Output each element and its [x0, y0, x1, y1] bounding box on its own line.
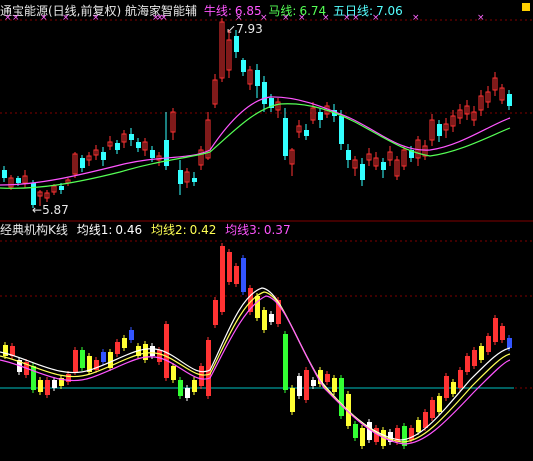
upper-candle-body	[101, 152, 106, 160]
lower-candle-body	[500, 326, 505, 340]
upper-candle-body	[360, 164, 365, 180]
upper-candle-body	[136, 142, 141, 148]
lower-candle-body	[423, 412, 428, 428]
lower-candle-body	[493, 318, 498, 342]
upper-ma-lines	[0, 96, 511, 189]
upper-candle-body	[80, 158, 85, 168]
upper-candle-body	[2, 170, 7, 178]
lower-candle-body	[297, 376, 302, 396]
lower-candle-body	[185, 388, 190, 398]
signal-x-marker: ×	[92, 13, 100, 23]
lower-candle-body	[507, 338, 512, 348]
lower-candle-body	[444, 376, 449, 398]
upper-candle-body	[129, 134, 134, 140]
lower-candle-body	[486, 336, 491, 352]
lower-candle-body	[465, 356, 470, 372]
signal-x-marker: ×	[322, 13, 330, 23]
lower-candle-body	[213, 300, 218, 325]
signal-x-marker: ×	[412, 13, 420, 23]
lower-candle-body	[430, 400, 435, 418]
lower-candle-body	[451, 382, 456, 394]
upper-candle-body	[59, 186, 64, 190]
signal-x-marker: ×	[160, 13, 168, 23]
upper-candle-body	[255, 70, 260, 86]
lower-candle-body	[52, 380, 57, 388]
signal-x-marker: ×	[260, 13, 268, 23]
upper-candle-body	[241, 60, 246, 72]
signal-x-marker: ×	[40, 13, 48, 23]
lower-candle-body	[332, 378, 337, 392]
signal-markers: × × × × × ××× × × × × × × × × × ×	[4, 13, 485, 23]
signal-x-marker: ×	[298, 13, 306, 23]
upper-candle-body	[178, 170, 183, 184]
lower-candle-body	[101, 352, 106, 362]
signal-x-marker: ×	[282, 13, 290, 23]
lower-candle-body	[192, 380, 197, 392]
lower-candle-body	[241, 258, 246, 292]
signal-x-marker: ×	[235, 13, 243, 23]
upper-candle-body	[150, 150, 155, 158]
lower-candle-body	[227, 252, 232, 282]
lower-candle-body	[479, 346, 484, 360]
lower-candle-body	[402, 426, 407, 446]
upper-candle-body	[234, 36, 239, 52]
lower-candle-body	[458, 370, 463, 388]
upper-candle-body	[339, 116, 344, 144]
signal-x-marker: ×	[12, 13, 20, 23]
upper-candle-body	[115, 143, 120, 150]
lower-candle-body	[416, 420, 421, 432]
grid-lines	[0, 19, 533, 389]
lower-candle-body	[80, 350, 85, 368]
lower-candle-body	[115, 342, 120, 354]
lower-candle-body	[255, 296, 260, 318]
lower-candle-body	[353, 424, 358, 438]
lower-candle-body	[220, 246, 225, 312]
lower-candle-body	[360, 428, 365, 446]
lower-candle-body	[234, 266, 239, 284]
upper-candle-body	[262, 82, 267, 104]
kline-chart-canvas[interactable]: × × × × × ××× × × × × × × × × × ×	[0, 0, 533, 461]
lower-candle-body	[269, 314, 274, 322]
lower-candle-body	[164, 324, 169, 378]
lower-candle-body	[199, 366, 204, 386]
upper-candle-body	[507, 94, 512, 106]
lower-candle-body	[472, 350, 477, 366]
lower-candle-body	[38, 380, 43, 392]
upper-candle-body	[304, 130, 309, 136]
lower-candle-body	[325, 374, 330, 382]
lower-candle-body	[157, 350, 162, 362]
upper-candle-body	[381, 162, 386, 170]
lower-candle-body	[150, 346, 155, 356]
lower-candle-body	[171, 366, 176, 380]
signal-x-marker: ×	[343, 13, 351, 23]
lower-candle-body	[304, 370, 309, 400]
lower-candle-body	[206, 340, 211, 396]
upper-candle-body	[283, 118, 288, 156]
upper-candle-body	[31, 183, 36, 205]
signal-x-marker: ×	[477, 13, 485, 23]
lower-candle-body	[45, 380, 50, 395]
upper-candle-body	[437, 124, 442, 136]
signal-x-marker: ×	[352, 13, 360, 23]
lower-candle-body	[339, 378, 344, 416]
lower-candle-body	[290, 388, 295, 412]
lower-candle-body	[122, 338, 127, 348]
lower-candle-body	[283, 334, 288, 390]
lower-candle-body	[311, 380, 316, 386]
upper-candle-body	[318, 112, 323, 120]
upper-candle-body	[164, 140, 169, 166]
signal-x-marker: ×	[372, 13, 380, 23]
upper-candle-body	[192, 178, 197, 182]
lower-candle-body	[178, 380, 183, 396]
lower-candle-body	[73, 350, 78, 372]
signal-x-marker: ×	[62, 13, 70, 23]
lower-candle-body	[129, 330, 134, 340]
signal-x-marker: ×	[4, 13, 12, 23]
upper-candle-body	[346, 150, 351, 160]
lower-candle-body	[262, 310, 267, 330]
chart-window[interactable]: 通宝能源(日线,前复权) 航海家智能辅 牛线: 6.85 马线: 6.74 五日线:…	[0, 0, 533, 461]
upper-candle-body	[16, 178, 21, 183]
lower-candle-body	[437, 396, 442, 412]
